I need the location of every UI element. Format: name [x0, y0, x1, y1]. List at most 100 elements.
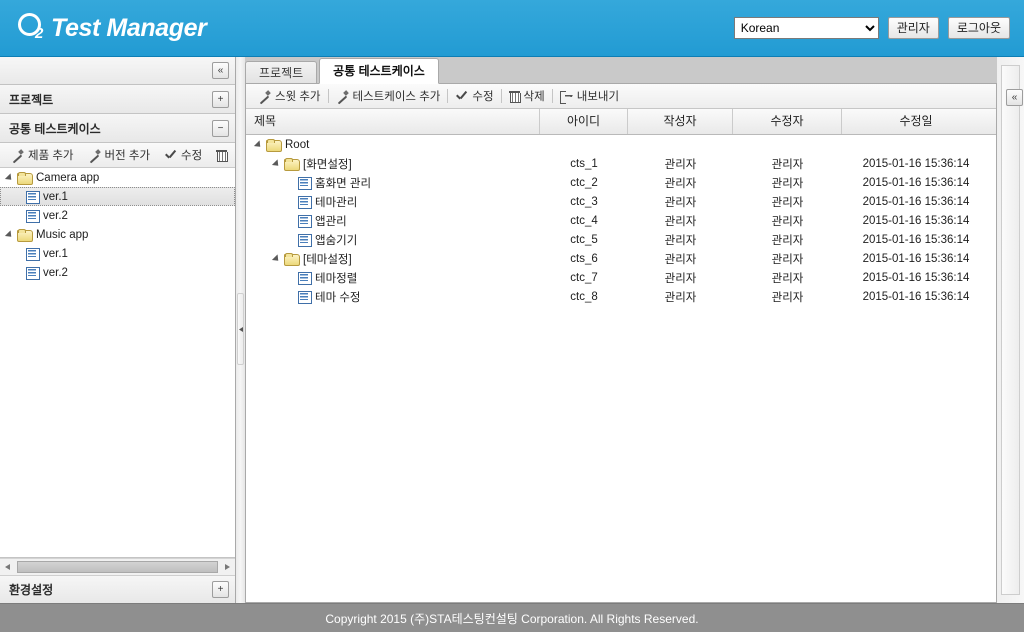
- delete-button[interactable]: [209, 144, 234, 166]
- trash-icon: [216, 149, 229, 162]
- document-icon: [298, 176, 312, 190]
- document-icon: [298, 214, 312, 228]
- tree-item-camera-app[interactable]: Camera app: [0, 168, 235, 187]
- document-icon: [298, 195, 312, 209]
- table-row[interactable]: 홈화면 관리 ctc_2 관리자 관리자 2015-01-16 15:36:14: [246, 173, 996, 192]
- row-modified: 2015-01-16 15:36:14: [862, 233, 970, 246]
- add-testcase-button[interactable]: 테스트케이스 추가: [329, 85, 448, 107]
- document-icon: [26, 190, 40, 204]
- left-sidebar: « 프로젝트 + 공통 테스트케이스 − 제품 추가 버전 추가 수정 Came…: [0, 57, 236, 603]
- tree-item-camera-ver2[interactable]: ver.2: [0, 206, 235, 225]
- check-icon: [164, 149, 177, 162]
- scrollbar-thumb[interactable]: [17, 561, 218, 573]
- tab-common-testcase[interactable]: 공통 테스트케이스: [319, 58, 439, 84]
- chevron-expanded-icon[interactable]: [273, 159, 282, 168]
- column-header-modified[interactable]: 수정일: [842, 109, 990, 134]
- language-select[interactable]: Korean: [733, 17, 879, 39]
- scroll-left-icon[interactable]: [2, 561, 15, 574]
- chevron-expanded-icon[interactable]: [6, 230, 15, 239]
- delete-button[interactable]: 삭제: [502, 85, 552, 107]
- row-modified: 2015-01-16 15:36:14: [862, 271, 970, 284]
- chevron-expanded-icon[interactable]: [255, 140, 264, 149]
- row-modified: 2015-01-16 15:36:14: [862, 214, 970, 227]
- add-version-button[interactable]: 버전 추가: [81, 144, 158, 166]
- tree-item-music-app[interactable]: Music app: [0, 225, 235, 244]
- sidebar-section-settings-label: 환경설정: [9, 583, 54, 597]
- sidebar-horizontal-scrollbar[interactable]: [0, 558, 235, 575]
- table-row[interactable]: Root: [246, 135, 996, 154]
- right-collapse-icon[interactable]: «: [1006, 89, 1023, 106]
- row-author: 관리자: [664, 215, 697, 228]
- column-header-title[interactable]: 제목: [246, 109, 540, 134]
- row-id: cts_6: [570, 252, 598, 265]
- table-row[interactable]: [화면설정] cts_1 관리자 관리자 2015-01-16 15:36:14: [246, 154, 996, 173]
- row-title: 앱숨기기: [315, 234, 358, 247]
- chevron-expanded-icon[interactable]: [273, 254, 282, 263]
- folder-icon: [17, 228, 33, 242]
- admin-button[interactable]: 관리자: [887, 17, 939, 39]
- folder-icon: [284, 252, 300, 266]
- scroll-right-icon[interactable]: [220, 561, 233, 574]
- grid-header-row: 제목 아이디 작성자 수정자 수정일: [246, 109, 996, 135]
- document-icon: [26, 247, 40, 261]
- row-editor: 관리자: [771, 196, 804, 209]
- row-modified: 2015-01-16 15:36:14: [862, 290, 970, 303]
- column-header-id[interactable]: 아이디: [540, 109, 628, 134]
- row-editor: 관리자: [771, 215, 804, 228]
- splitter-handle[interactable]: [237, 293, 244, 365]
- export-icon: [559, 90, 573, 104]
- edit-button[interactable]: 수정: [448, 85, 500, 107]
- sidebar-section-project[interactable]: 프로젝트 +: [0, 85, 235, 114]
- table-row[interactable]: 테마정렬 ctc_7 관리자 관리자 2015-01-16 15:36:14: [246, 268, 996, 287]
- table-row[interactable]: 앱숨기기 ctc_5 관리자 관리자 2015-01-16 15:36:14: [246, 230, 996, 249]
- column-header-author[interactable]: 작성자: [628, 109, 733, 134]
- tab-bar: 프로젝트 공통 테스트케이스: [245, 57, 997, 84]
- pencil-icon: [336, 90, 349, 103]
- export-button[interactable]: 내보내기: [553, 85, 626, 107]
- edit-label: 수정: [181, 150, 203, 162]
- row-author: 관리자: [664, 196, 697, 209]
- scrollbar-track[interactable]: [17, 561, 218, 573]
- tree-item-music-ver2[interactable]: ver.2: [0, 263, 235, 282]
- column-header-editor[interactable]: 수정자: [733, 109, 842, 134]
- row-title: 테마정렬: [315, 272, 358, 285]
- app-header: 2 Test Manager Korean 관리자 로그아웃: [0, 0, 1024, 57]
- table-row[interactable]: [테마설정] cts_6 관리자 관리자 2015-01-16 15:36:14: [246, 249, 996, 268]
- table-row[interactable]: 테마관리 ctc_3 관리자 관리자 2015-01-16 15:36:14: [246, 192, 996, 211]
- expand-plus-icon[interactable]: +: [212, 581, 229, 598]
- sidebar-section-settings[interactable]: 환경설정 +: [0, 575, 235, 603]
- export-label: 내보내기: [576, 91, 620, 103]
- row-editor: 관리자: [771, 234, 804, 247]
- row-title: Root: [285, 138, 310, 151]
- row-modified: 2015-01-16 15:36:14: [862, 195, 970, 208]
- table-row[interactable]: 테마 수정 ctc_8 관리자 관리자 2015-01-16 15:36:14: [246, 287, 996, 306]
- app-logo: 2 Test Manager: [0, 12, 207, 44]
- document-icon: [298, 271, 312, 285]
- edit-label: 수정: [472, 91, 494, 103]
- row-title: 테마관리: [315, 196, 358, 209]
- add-product-label: 제품 추가: [28, 150, 74, 162]
- tab-project[interactable]: 프로젝트: [245, 61, 318, 84]
- row-id: ctc_7: [570, 271, 598, 284]
- sidebar-toolbar: 제품 추가 버전 추가 수정: [0, 143, 235, 168]
- table-row[interactable]: 앱관리 ctc_4 관리자 관리자 2015-01-16 15:36:14: [246, 211, 996, 230]
- logout-button[interactable]: 로그아웃: [947, 17, 1010, 39]
- add-suite-button[interactable]: 스윗 추가: [251, 85, 328, 107]
- edit-button[interactable]: 수정: [157, 144, 209, 166]
- folder-icon: [17, 171, 33, 185]
- sidebar-tree[interactable]: Camera app ver.1 ver.2 Music app ver.1 v…: [0, 168, 235, 558]
- app-window: 2 Test Manager Korean 관리자 로그아웃 « 프로젝트 + …: [0, 0, 1024, 632]
- row-editor: 관리자: [771, 291, 804, 304]
- trash-icon: [508, 90, 521, 103]
- tree-item-camera-ver1[interactable]: ver.1: [0, 187, 235, 206]
- sidebar-section-project-label: 프로젝트: [9, 92, 54, 107]
- document-icon: [298, 290, 312, 304]
- expand-plus-icon[interactable]: +: [212, 90, 229, 108]
- chevron-expanded-icon[interactable]: [6, 173, 15, 182]
- add-product-button[interactable]: 제품 추가: [4, 144, 81, 166]
- sidebar-section-common-testcase[interactable]: 공통 테스트케이스 −: [0, 114, 235, 143]
- panel-splitter[interactable]: [236, 57, 245, 603]
- sidebar-collapse-icon[interactable]: «: [212, 62, 229, 79]
- collapse-minus-icon[interactable]: −: [212, 119, 229, 137]
- tree-item-music-ver1[interactable]: ver.1: [0, 244, 235, 263]
